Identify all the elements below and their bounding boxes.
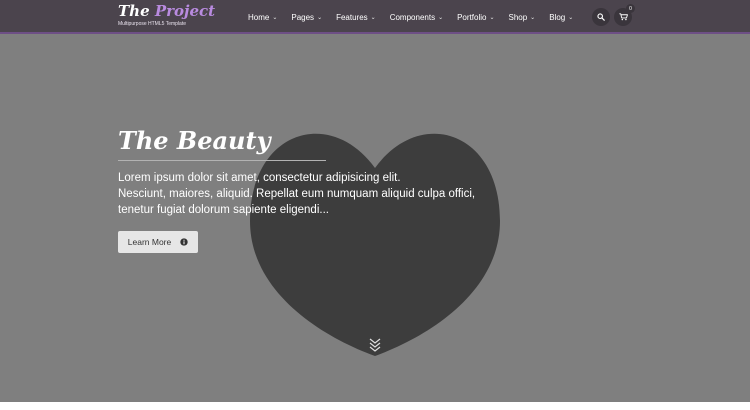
nav-item-features[interactable]: Features ⌄ [336, 13, 376, 22]
brand-title-main: The [118, 2, 155, 20]
cart-count-badge: 0 [626, 4, 635, 13]
nav-item-portfolio[interactable]: Portfolio ⌄ [457, 13, 494, 22]
cart-button[interactable]: 0 [614, 4, 635, 26]
chevron-down-icon: ⌄ [489, 14, 495, 21]
hero-divider [118, 160, 326, 161]
nav-item-label: Components [389, 12, 436, 22]
double-chevron-down-icon [369, 338, 381, 352]
chevron-down-icon: ⌄ [438, 14, 444, 21]
hero-slider: The Beauty Lorem ipsum dolor sit amet, c… [0, 36, 750, 402]
hero-title: The Beauty [118, 126, 271, 155]
chevron-down-icon: ⌄ [272, 14, 278, 21]
nav-item-label: Home [248, 12, 270, 22]
main-menu: Home ⌄ Pages ⌄ Features ⌄ Components ⌄ Portf… [248, 0, 587, 34]
hero-text-line: tenetur fugiat dolorum sapiente eligendi… [118, 204, 329, 216]
chevron-down-icon: ⌄ [530, 14, 536, 21]
hero-text-line: Lorem ipsum dolor sit amet, consectetur … [118, 172, 401, 184]
chevron-down-icon: ⌄ [568, 14, 574, 21]
chevron-down-icon: ⌄ [370, 14, 376, 21]
nav-item-label: Features [336, 12, 368, 22]
nav-item-blog[interactable]: Blog ⌄ [549, 13, 573, 22]
brand-logo[interactable]: The Project Multipurpose HTML5 Template [118, 3, 215, 28]
nav-item-components[interactable]: Components ⌄ [390, 13, 443, 22]
nav-item-shop[interactable]: Shop ⌄ [508, 13, 535, 22]
scroll-down-button[interactable] [368, 336, 382, 354]
hero-text: Lorem ipsum dolor sit amet, consectetur … [118, 170, 498, 218]
search-icon [597, 13, 605, 21]
hero-text-line: Nesciunt, maiores, aliquid. Repellat eum… [118, 188, 476, 200]
top-navbar: The Project Multipurpose HTML5 Template … [0, 0, 750, 34]
info-icon [180, 238, 188, 246]
nav-item-label: Shop [508, 12, 528, 22]
brand-title-accent: Project [154, 2, 216, 20]
nav-item-label: Blog [549, 12, 566, 22]
shopping-cart-icon [618, 13, 628, 21]
search-button[interactable] [592, 8, 610, 26]
learn-more-button[interactable]: Learn More [118, 231, 198, 253]
brand-tagline: Multipurpose HTML5 Template [118, 21, 186, 27]
nav-item-pages[interactable]: Pages ⌄ [291, 13, 322, 22]
nav-item-label: Pages [291, 12, 315, 22]
nav-item-home[interactable]: Home ⌄ [248, 13, 277, 22]
learn-more-label: Learn More [127, 237, 172, 247]
chevron-down-icon: ⌄ [317, 14, 323, 21]
page-bottom-strip [0, 402, 750, 410]
nav-item-label: Portfolio [457, 12, 487, 22]
hero-caption: The Beauty Lorem ipsum dolor sit amet, c… [118, 126, 498, 253]
brand-title: The Project [118, 3, 215, 20]
